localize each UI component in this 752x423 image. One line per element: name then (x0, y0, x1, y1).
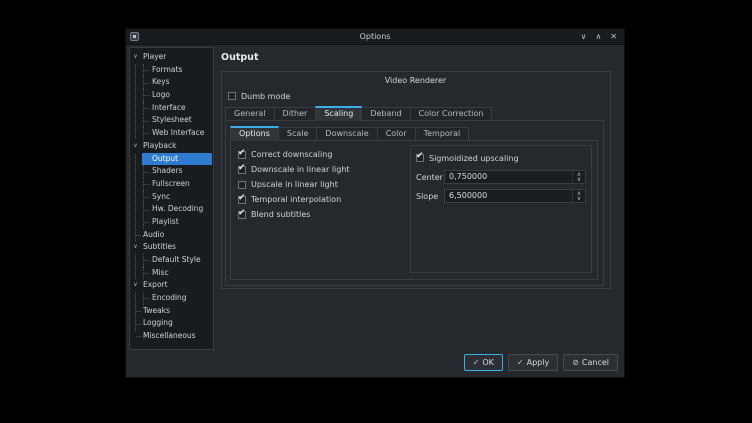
correct-downscaling-checkbox[interactable]: ✔ Correct downscaling (238, 147, 350, 162)
center-value[interactable]: 0,750000 (445, 171, 572, 183)
expander-icon[interactable]: ∨ (131, 51, 140, 64)
ok-check-icon: ✓ (473, 358, 480, 367)
expander-icon[interactable]: ∨ (131, 140, 140, 153)
scaling-sub-tab-bar: Options Scale Downscale Color Temporal (230, 126, 599, 141)
checkbox-box-icon: ✔ (238, 181, 246, 189)
apply-button[interactable]: ✓ Apply (508, 354, 558, 371)
scaling-tab-pane: Options Scale Downscale Color Temporal ✔… (225, 120, 604, 286)
center-spin-buttons[interactable]: ∧ ∨ (572, 171, 585, 183)
options-window: Options ∨ ∧ ✕ ∨ Player Formats Keys Logo… (125, 28, 625, 378)
center-label: Center (416, 173, 444, 182)
sidebar-item-shaders[interactable]: Shaders (130, 165, 213, 178)
sidebar-item-keys[interactable]: Keys (130, 76, 213, 89)
page-title: Output (221, 52, 616, 63)
close-icon[interactable]: ✕ (610, 29, 617, 45)
sidebar-item-miscellaneous[interactable]: Miscellaneous (130, 330, 213, 343)
sidebar-item-default-style[interactable]: Default Style (130, 254, 213, 267)
sidebar-item-playlist[interactable]: Playlist (130, 216, 213, 229)
sidebar-tree[interactable]: ∨ Player Formats Keys Logo Interface Sty… (129, 47, 214, 350)
tab-options[interactable]: Options (230, 126, 279, 141)
expander-icon[interactable]: ∨ (131, 241, 140, 254)
center-spinbox[interactable]: 0,750000 ∧ ∨ (444, 170, 586, 184)
checkbox-box-icon: ✔ (238, 166, 246, 174)
sidebar-item-export[interactable]: ∨ Export (130, 279, 213, 292)
sidebar-item-interface[interactable]: Interface (130, 102, 213, 115)
group-title: Video Renderer (225, 75, 606, 86)
sidebar-item-encoding[interactable]: Encoding (130, 292, 213, 305)
cancel-button[interactable]: ⊘ Cancel (563, 354, 618, 371)
renderer-tab-bar: General Dither Scaling Deband Color Corr… (225, 106, 606, 121)
check-icon: ✔ (238, 208, 246, 218)
checkbox-box-icon: ✔ (238, 196, 246, 204)
sidebar-item-sync[interactable]: Sync (130, 191, 213, 204)
tab-deband[interactable]: Deband (361, 107, 410, 121)
spin-down-icon[interactable]: ∨ (577, 177, 581, 182)
app-icon (130, 32, 139, 41)
sidebar-item-fullscreen[interactable]: Fullscreen (130, 178, 213, 191)
slope-label: Slope (416, 192, 444, 201)
sidebar-item-subtitles[interactable]: ∨ Subtitles (130, 241, 213, 254)
tab-color-correction[interactable]: Color Correction (410, 107, 493, 121)
check-icon: ✔ (238, 148, 246, 158)
upscale-linear-light-checkbox[interactable]: ✔ Upscale in linear light (238, 177, 350, 192)
sidebar-item-logging[interactable]: Logging (130, 317, 213, 330)
sidebar-item-logo[interactable]: Logo (130, 89, 213, 102)
downscale-linear-light-checkbox[interactable]: ✔ Downscale in linear light (238, 162, 350, 177)
blend-subtitles-checkbox[interactable]: ✔ Blend subtitles (238, 207, 350, 222)
checkbox-box-icon: ✔ (238, 211, 246, 219)
check-icon: ✔ (416, 151, 424, 161)
check-icon: ✔ (238, 193, 246, 203)
sidebar-item-misc[interactable]: Misc (130, 267, 213, 280)
checkbox-box-icon: ✔ (416, 154, 424, 162)
tab-scaling[interactable]: Scaling (315, 106, 362, 121)
slope-value[interactable]: 6,500000 (445, 190, 572, 202)
tab-color[interactable]: Color (377, 127, 416, 141)
sidebar-item-formats[interactable]: Formats (130, 64, 213, 77)
sidebar-item-output[interactable]: Output (130, 153, 213, 166)
sigmoidized-upscaling-checkbox[interactable]: ✔ Sigmoidized upscaling (416, 151, 586, 165)
options-tab-pane: ✔ Correct downscaling ✔ Downscale in lin… (230, 140, 598, 280)
temporal-interpolation-checkbox[interactable]: ✔ Temporal interpolation (238, 192, 350, 207)
titlebar[interactable]: Options ∨ ∧ ✕ (126, 29, 624, 45)
options-checkbox-column: ✔ Correct downscaling ✔ Downscale in lin… (238, 147, 350, 222)
sigmoid-group: ✔ Sigmoidized upscaling Center 0,750000 … (410, 145, 592, 273)
sidebar-item-player[interactable]: ∨ Player (130, 51, 213, 64)
sidebar-item-stylesheet[interactable]: Stylesheet (130, 114, 213, 127)
dialog-button-row: ✓ OK ✓ Apply ⊘ Cancel (126, 353, 624, 377)
slope-spinbox[interactable]: 6,500000 ∧ ∨ (444, 189, 586, 203)
sidebar-item-playback[interactable]: ∨ Playback (130, 140, 213, 153)
sidebar-item-tweaks[interactable]: Tweaks (130, 305, 213, 318)
maximize-icon[interactable]: ∧ (595, 29, 601, 45)
sidebar-item-audio[interactable]: Audio (130, 229, 213, 242)
dumb-mode-checkbox[interactable]: ✔ Dumb mode (228, 89, 606, 103)
slope-spin-buttons[interactable]: ∧ ∨ (572, 190, 585, 202)
window-title: Options (360, 32, 391, 41)
minimize-icon[interactable]: ∨ (581, 29, 587, 45)
sidebar-item-web-interface[interactable]: Web Interface (130, 127, 213, 140)
checkbox-box-icon: ✔ (228, 92, 236, 100)
sidebar-item-hw-decoding[interactable]: Hw. Decoding (130, 203, 213, 216)
spin-down-icon[interactable]: ∨ (577, 196, 581, 201)
check-icon: ✔ (238, 163, 246, 173)
tab-general[interactable]: General (225, 107, 275, 121)
tab-temporal[interactable]: Temporal (415, 127, 470, 141)
video-renderer-group: Video Renderer ✔ Dumb mode General Dithe… (221, 71, 611, 289)
checkbox-box-icon: ✔ (238, 151, 246, 159)
tab-dither[interactable]: Dither (274, 107, 317, 121)
tab-downscale[interactable]: Downscale (316, 127, 377, 141)
expander-icon[interactable]: ∨ (131, 279, 140, 292)
ok-button[interactable]: ✓ OK (464, 354, 503, 371)
cancel-icon: ⊘ (572, 358, 579, 367)
apply-check-icon: ✓ (517, 358, 524, 367)
main-panel: Output Video Renderer ✔ Dumb mode Genera… (214, 45, 624, 353)
tab-scale[interactable]: Scale (278, 127, 318, 141)
